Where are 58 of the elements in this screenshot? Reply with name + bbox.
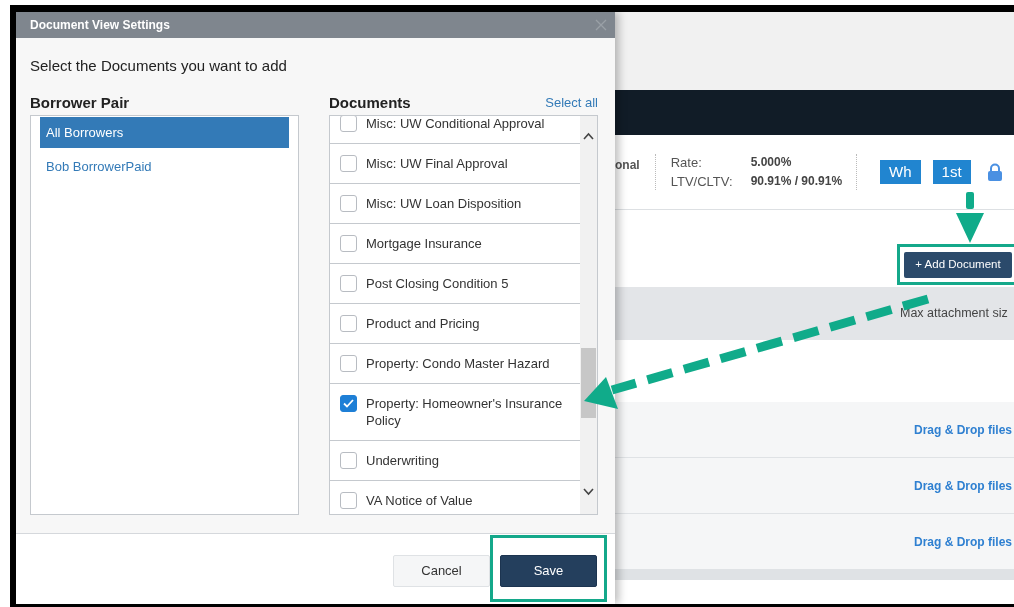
document-row[interactable]: Misc: UW Loan Disposition (330, 184, 580, 224)
field-value: 5.000% (750, 154, 793, 171)
column-heading: Borrower Pair (30, 94, 131, 112)
checkbox[interactable] (340, 155, 357, 172)
document-row[interactable]: Post Closing Condition 5 (330, 264, 580, 304)
loan-type-text: onal (615, 157, 640, 174)
save-button[interactable]: Save (500, 555, 597, 587)
checkbox[interactable] (340, 195, 357, 212)
checkbox[interactable] (340, 355, 357, 372)
checkbox[interactable] (340, 452, 357, 469)
check-icon (343, 399, 354, 408)
toggle-button[interactable]: Wh (880, 160, 921, 184)
scrollbar-thumb[interactable] (581, 348, 596, 418)
document-row[interactable]: Mortgage Insurance (330, 224, 580, 264)
document-label: Underwriting (366, 452, 439, 469)
document-row[interactable]: Misc: UW Conditional Approval (330, 116, 580, 144)
document-label: VA Notice of Value (366, 492, 473, 509)
checkbox[interactable] (340, 116, 357, 132)
document-row[interactable]: Property: Condo Master Hazard (330, 344, 580, 384)
checkbox[interactable] (340, 492, 357, 509)
scroll-up-icon[interactable] (583, 132, 594, 140)
attachment-note: Max attachment siz (900, 305, 1008, 323)
document-label: Post Closing Condition 5 (366, 275, 509, 292)
document-label: Product and Pricing (366, 315, 480, 332)
document-label: Property: Homeowner's Insurance Policy (366, 395, 564, 429)
close-icon[interactable] (595, 19, 607, 31)
field-label: LTV/CLTV: (670, 173, 734, 191)
document-label: Mortgage Insurance (366, 235, 482, 252)
select-all-link[interactable]: Select all (545, 94, 598, 112)
document-row[interactable]: Misc: UW Final Approval (330, 144, 580, 184)
dialog-title: Document View Settings (30, 17, 170, 34)
drag-drop-link[interactable]: Drag & Drop files (914, 476, 1012, 495)
scrollbar[interactable] (580, 116, 597, 514)
field-label: Rate: (670, 154, 703, 172)
document-label: Misc: UW Loan Disposition (366, 195, 522, 212)
borrower-item[interactable]: Bob BorrowerPaid (40, 151, 289, 182)
checkbox[interactable] (340, 275, 357, 292)
document-label: Property: Condo Master Hazard (366, 355, 550, 372)
column-heading: Documents (329, 94, 411, 112)
drag-drop-link[interactable]: Drag & Drop files (914, 420, 1012, 439)
scroll-down-icon[interactable] (583, 488, 594, 496)
document-label: Misc: UW Final Approval (366, 155, 508, 172)
document-row[interactable]: Underwriting (330, 441, 580, 481)
document-row[interactable]: Property: Homeowner's Insurance Policy (330, 384, 580, 441)
cancel-button[interactable]: Cancel (393, 555, 490, 587)
document-row[interactable]: Product and Pricing (330, 304, 580, 344)
dialog-prompt: Select the Documents you want to add (30, 56, 288, 76)
toggle-button[interactable]: 1st (932, 160, 971, 184)
checkbox[interactable] (340, 315, 357, 332)
drag-drop-link[interactable]: Drag & Drop files (914, 532, 1012, 551)
add-document-button[interactable]: + Add Document (904, 251, 1012, 278)
document-label: Misc: UW Conditional Approval (366, 116, 545, 132)
field-value: 90.91% / 90.91% (750, 173, 843, 190)
lock-icon[interactable] (987, 163, 1002, 181)
annotation-arrow (956, 192, 984, 243)
borrower-item[interactable]: All Borrowers (40, 117, 289, 148)
checkbox[interactable] (340, 395, 357, 412)
checkbox[interactable] (340, 235, 357, 252)
